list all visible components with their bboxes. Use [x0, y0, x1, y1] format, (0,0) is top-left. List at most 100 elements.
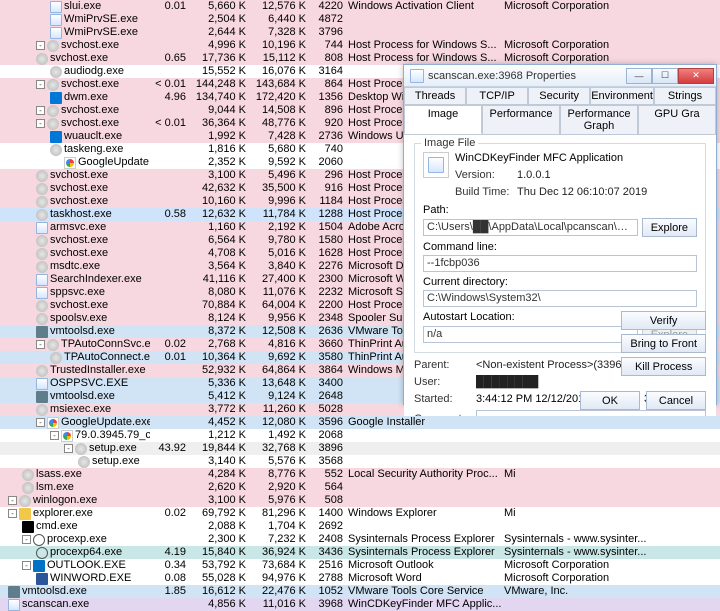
cell-ws: 15,112 K: [250, 52, 310, 65]
tree-expander[interactable]: -: [36, 80, 45, 89]
process-row[interactable]: cmd.exe2,088 K1,704 K2692: [0, 520, 720, 533]
parent-label: Parent:: [414, 359, 476, 371]
process-row[interactable]: -79.0.3945.79_chrome...1,212 K1,492 K206…: [0, 429, 720, 442]
cell-pb: 134,740 K: [190, 91, 250, 104]
cell-ws: 94,976 K: [250, 572, 310, 585]
titlebar[interactable]: scanscan.exe:3968 Properties — ☐ ✕: [404, 65, 716, 87]
process-name: slui.exe: [64, 0, 101, 13]
process-name: lsass.exe: [36, 468, 82, 481]
tab-security[interactable]: Security: [528, 87, 590, 104]
cell-ws: 9,692 K: [250, 351, 310, 364]
cell-ws: 10,196 K: [250, 39, 310, 52]
bring-to-front-button[interactable]: Bring to Front: [621, 334, 706, 353]
cell-ws: 81,296 K: [250, 507, 310, 520]
process-icon: [19, 495, 31, 507]
cell-cpu: 1.85: [150, 585, 190, 598]
cell-pb: 1,992 K: [190, 130, 250, 143]
cell-cpu: 0.65: [150, 52, 190, 65]
process-name: GoogleUpdate.exe: [61, 416, 150, 429]
cell-ws: 3,840 K: [250, 260, 310, 273]
process-name: setup.exe: [89, 442, 137, 455]
tab-tcpip[interactable]: TCP/IP: [466, 87, 528, 104]
tree-expander[interactable]: -: [22, 535, 31, 544]
cell-ws: 9,780 K: [250, 234, 310, 247]
cell-pid: 1628: [310, 247, 346, 260]
autostart-field[interactable]: n/a: [423, 326, 638, 343]
cell-ws: 11,076 K: [250, 286, 310, 299]
cell-pb: 2,768 K: [190, 338, 250, 351]
process-name: svchost.exe: [50, 169, 108, 182]
verify-button[interactable]: Verify: [621, 311, 706, 330]
tree-expander[interactable]: -: [36, 41, 45, 50]
process-row[interactable]: WmiPrvSE.exe2,504 K6,440 K4872: [0, 13, 720, 26]
comment-label: Comment:: [414, 413, 476, 417]
close-button[interactable]: ✕: [678, 68, 714, 84]
cell-comp: Sysinternals - www.sysinter...: [502, 533, 720, 546]
cell-pid: 2736: [310, 130, 346, 143]
tree-expander[interactable]: -: [50, 431, 59, 440]
cell-pid: 916: [310, 182, 346, 195]
process-row[interactable]: -svchost.exe4,996 K10,196 K744Host Proce…: [0, 39, 720, 52]
process-row[interactable]: setup.exe3,140 K5,576 K3568: [0, 455, 720, 468]
tab-environment[interactable]: Environment: [590, 87, 654, 104]
cell-desc: Sysinternals Process Explorer: [346, 546, 502, 559]
process-row[interactable]: vmtoolsd.exe1.8516,612 K22,476 K1052VMwa…: [0, 585, 720, 598]
process-icon: [33, 560, 45, 572]
cancel-button[interactable]: Cancel: [646, 391, 706, 410]
process-row[interactable]: scanscan.exe4,856 K11,016 K3968WinCDKeyF…: [0, 598, 720, 611]
process-row[interactable]: -GoogleUpdate.exe4,452 K12,080 K3596Goog…: [0, 416, 720, 429]
tree-expander[interactable]: -: [36, 340, 45, 349]
maximize-button[interactable]: ☐: [652, 68, 678, 84]
process-icon: [50, 131, 62, 143]
tree-expander[interactable]: -: [22, 561, 31, 570]
process-name: svchost.exe: [50, 247, 108, 260]
process-name: taskhost.exe: [50, 208, 112, 221]
process-row[interactable]: -explorer.exe0.0269,792 K81,296 K1400Win…: [0, 507, 720, 520]
process-name: svchost.exe: [50, 299, 108, 312]
cell-pid: 2348: [310, 312, 346, 325]
curdir-label: Current directory:: [423, 276, 697, 288]
tab-gpu-graph[interactable]: GPU Gra: [638, 105, 716, 134]
tree-expander[interactable]: -: [64, 444, 73, 453]
cell-pid: 744: [310, 39, 346, 52]
cell-pid: 2232: [310, 286, 346, 299]
process-icon: [36, 378, 48, 390]
process-row[interactable]: -winlogon.exe3,100 K5,976 K508: [0, 494, 720, 507]
minimize-button[interactable]: —: [626, 68, 652, 84]
kill-process-button[interactable]: Kill Process: [621, 357, 706, 376]
process-row[interactable]: lsm.exe2,620 K2,920 K564: [0, 481, 720, 494]
cell-pb: 69,792 K: [190, 507, 250, 520]
ok-button[interactable]: OK: [580, 391, 640, 410]
process-row[interactable]: WINWORD.EXE0.0855,028 K94,976 K2788Micro…: [0, 572, 720, 585]
process-row[interactable]: procexp64.exe4.1915,840 K36,924 K3436Sys…: [0, 546, 720, 559]
process-row[interactable]: WmiPrvSE.exe2,644 K7,328 K3796: [0, 26, 720, 39]
process-row[interactable]: -setup.exe43.9219,844 K32,768 K3896: [0, 442, 720, 455]
process-row[interactable]: slui.exe0.015,660 K12,576 K4220Windows A…: [0, 0, 720, 13]
tab-perf-graph[interactable]: Performance Graph: [560, 105, 638, 134]
process-row[interactable]: -procexp.exe2,300 K7,232 K2408Sysinterna…: [0, 533, 720, 546]
curdir-field[interactable]: C:\Windows\System32\: [423, 290, 697, 307]
tab-threads[interactable]: Threads: [404, 87, 466, 104]
process-row[interactable]: lsass.exe4,284 K8,776 K552Local Security…: [0, 468, 720, 481]
tab-performance[interactable]: Performance: [482, 105, 560, 134]
tree-expander[interactable]: -: [36, 418, 45, 427]
cell-comp: Mi: [502, 468, 720, 481]
comment-field[interactable]: [476, 410, 706, 416]
tree-expander[interactable]: -: [36, 119, 45, 128]
cell-pb: 9,044 K: [190, 104, 250, 117]
tabs-row-2: Image Performance Performance Graph GPU …: [404, 105, 716, 135]
process-row[interactable]: -OUTLOOK.EXE0.3453,792 K73,684 K2516Micr…: [0, 559, 720, 572]
tab-strings[interactable]: Strings: [654, 87, 716, 104]
tab-image[interactable]: Image: [404, 105, 482, 134]
cell-pb: 1,212 K: [190, 429, 250, 442]
process-name: TPAutoConnect.exe: [64, 351, 150, 364]
tree-expander[interactable]: -: [36, 106, 45, 115]
cell-pb: 2,088 K: [190, 520, 250, 533]
tree-expander[interactable]: -: [8, 496, 17, 505]
process-name: SearchIndexer.exe: [50, 273, 142, 286]
cell-pb: 8,372 K: [190, 325, 250, 338]
explore-path-button[interactable]: Explore: [642, 218, 697, 237]
path-field[interactable]: C:\Users\██\AppData\Local\pcanscan\pcans…: [423, 219, 638, 236]
process-icon: [36, 235, 48, 247]
cmdline-field[interactable]: --1fcbp036: [423, 255, 697, 272]
